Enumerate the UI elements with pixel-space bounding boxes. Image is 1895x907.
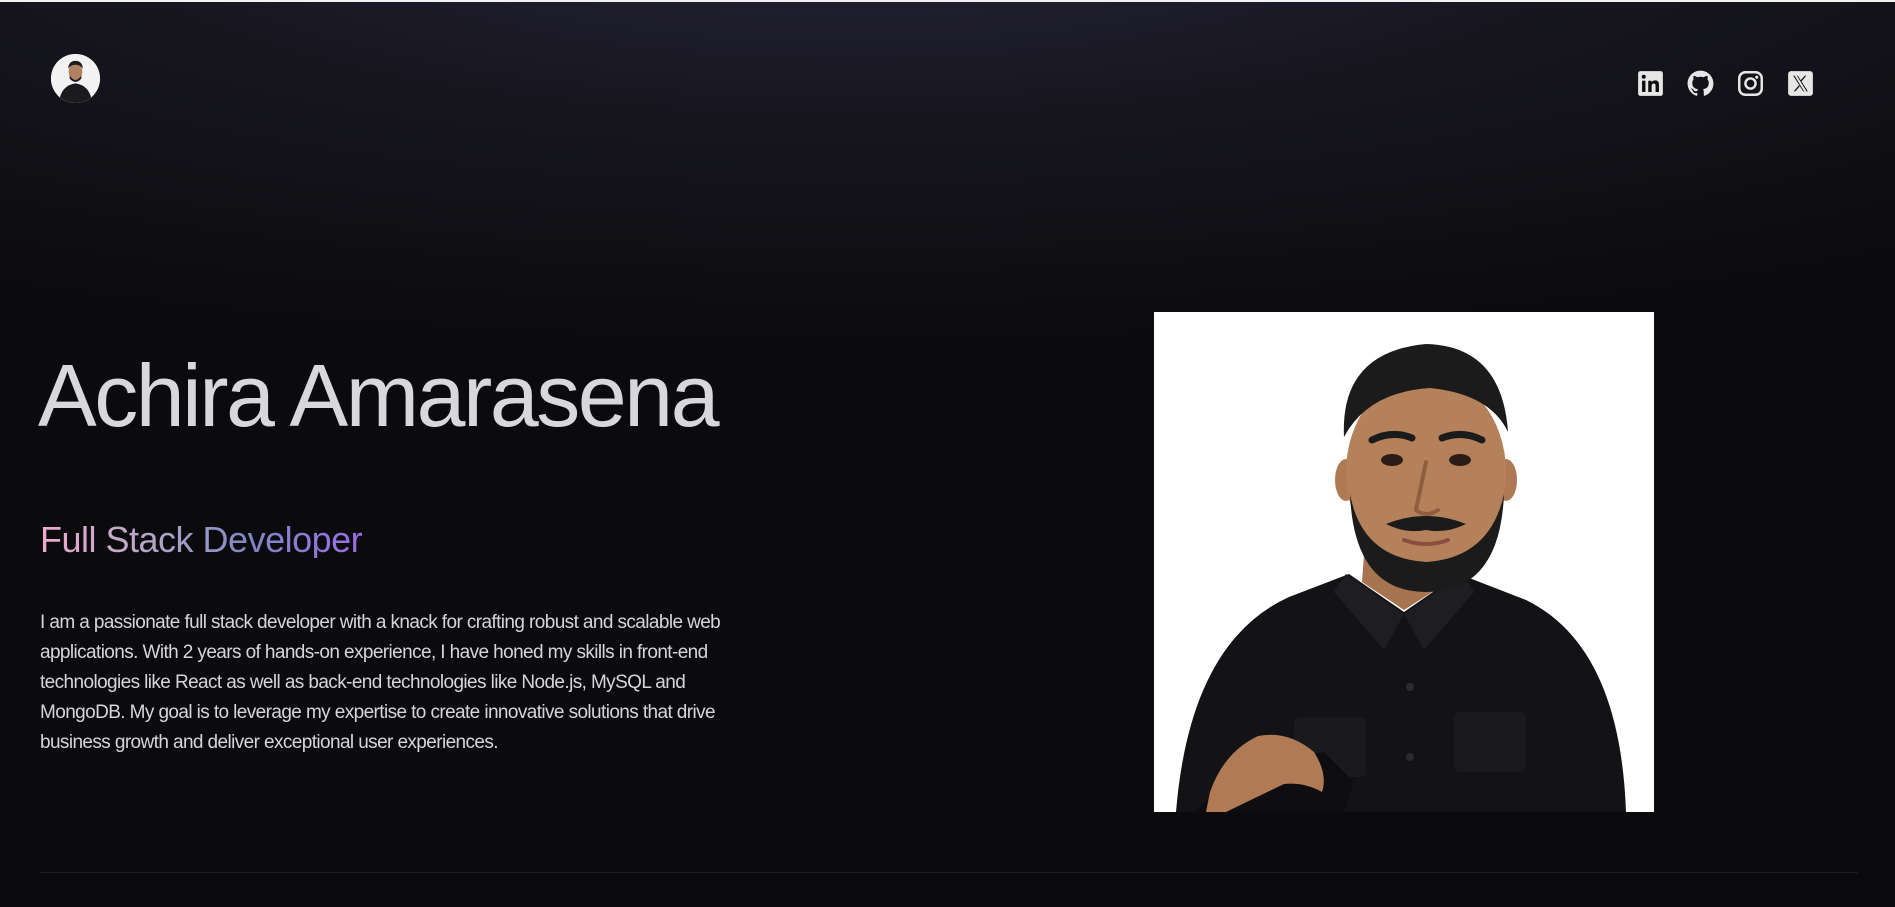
github-icon[interactable]	[1687, 70, 1714, 97]
profile-avatar[interactable]	[51, 54, 100, 103]
top-border	[0, 0, 1895, 2]
hero-role: Full Stack Developer	[40, 519, 363, 560]
instagram-icon[interactable]	[1737, 70, 1764, 97]
profile-photo	[1154, 312, 1654, 812]
section-divider	[40, 872, 1858, 873]
hero-bio: I am a passionate full stack developer w…	[40, 612, 721, 753]
person-portrait-icon	[1154, 312, 1654, 812]
social-links	[1637, 70, 1814, 97]
person-icon	[51, 54, 100, 103]
linkedin-icon[interactable]	[1637, 70, 1664, 97]
x-twitter-icon[interactable]	[1787, 70, 1814, 97]
hero-name: Achira Amarasena	[38, 346, 720, 445]
